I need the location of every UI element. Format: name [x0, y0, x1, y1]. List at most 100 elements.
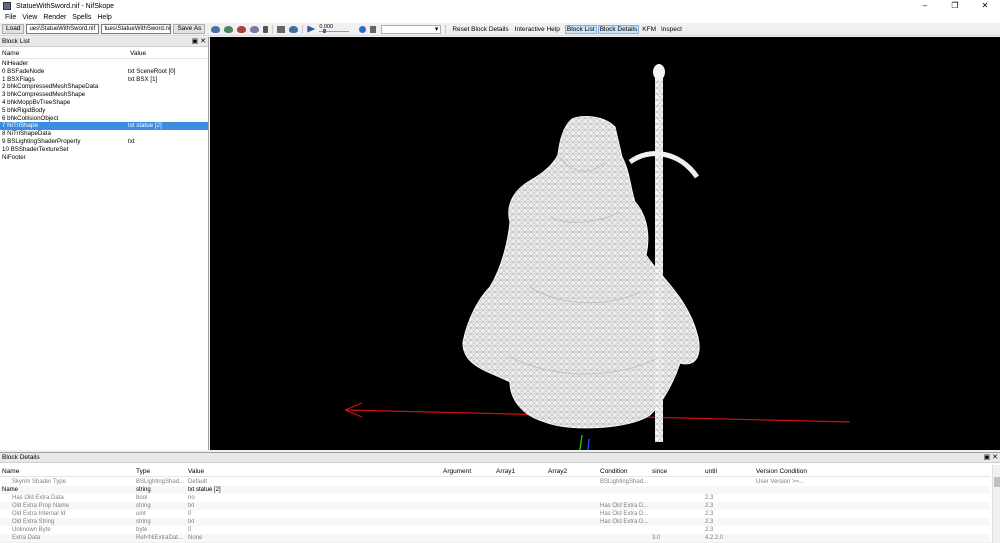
details-cell-value[interactable]: txt — [188, 518, 194, 526]
axes-icon[interactable] — [277, 25, 286, 33]
block-list-row[interactable]: 9 BSLightingShaderProperty txt — [0, 138, 208, 146]
details-column-header[interactable]: Name — [2, 467, 19, 477]
column-value[interactable]: Value — [130, 48, 146, 59]
details-cell-type: BSLightingShad... — [136, 479, 185, 485]
block-details-dock-controls[interactable]: ▣ ✕ — [984, 453, 998, 463]
details-column-header[interactable]: since — [652, 467, 667, 477]
loop-icon[interactable] — [359, 25, 367, 33]
details-row[interactable]: Extra Data Ref<NiExtraDat... None 3.0 4.2.2.… — [0, 534, 990, 542]
interactive-help-button[interactable]: Interactive Help — [515, 26, 560, 33]
details-cell-value[interactable]: 0 — [188, 510, 191, 518]
block-list-row[interactable]: 6 bhkCollisionObject — [0, 115, 208, 123]
block-name: 4 bhkMoppBvTreeShape — [2, 98, 71, 106]
details-cell-until: 2.3 — [705, 511, 714, 517]
view-user-icon[interactable] — [250, 25, 260, 33]
block-details-toggle[interactable]: Block Details — [597, 24, 640, 34]
block-list-panel: Block List ▣ ✕ Name Value NiHeader 0 BSFa… — [0, 37, 209, 450]
block-value: txt — [128, 137, 135, 145]
details-row[interactable]: Old Extra Internal Id uint 0 Has Old Extra … — [0, 510, 990, 518]
details-column-header[interactable]: Argument — [443, 467, 471, 477]
block-details-scrollbar[interactable] — [992, 465, 1000, 543]
details-cell-value[interactable]: Default — [188, 478, 207, 486]
toolbar-separator — [302, 24, 304, 34]
details-cell-cond: Has Old Extra D... — [600, 519, 649, 525]
menu-view[interactable]: View — [22, 14, 37, 21]
block-list-row[interactable]: NiFooter — [0, 154, 208, 162]
details-cell-until: 4.2.2.0 — [705, 535, 724, 541]
details-column-header[interactable]: Version Condition — [756, 467, 807, 477]
load-path-input[interactable]: ues\StatueWithSword.nif — [26, 24, 100, 34]
details-row[interactable]: Old Extra String string txt Has Old Extra D… — [0, 518, 990, 526]
block-list-row[interactable]: NiHeader — [0, 60, 208, 68]
block-list-row[interactable]: 4 bhkMoppBvTreeShape — [0, 99, 208, 107]
block-list-toggle[interactable]: Block List — [564, 24, 597, 34]
save-path-input[interactable]: tues\StatueWithSword.nif — [101, 24, 172, 34]
details-column-header[interactable]: Array1 — [496, 467, 515, 477]
scrollbar-thumb[interactable] — [994, 477, 1000, 487]
maximize-button[interactable]: ❐ — [940, 0, 970, 12]
details-row[interactable]: Unknown Byte byte 0 2.3 — [0, 526, 990, 534]
details-column-header[interactable]: Condition — [600, 467, 627, 477]
details-cell-value[interactable]: None — [188, 534, 202, 542]
menu-spells[interactable]: Spells — [72, 14, 91, 21]
block-details-header: Block Details ▣ ✕ — [0, 453, 1000, 463]
load-button[interactable]: Load — [2, 24, 25, 34]
block-details-title: Block Details — [2, 454, 40, 461]
details-column-header[interactable]: Array2 — [548, 467, 567, 477]
details-cell-value[interactable]: no — [188, 494, 195, 502]
block-name: 5 bhkRigidBody — [2, 106, 46, 114]
view-side-icon[interactable] — [237, 25, 247, 33]
close-button[interactable]: ✕ — [970, 0, 1000, 12]
details-cell-value[interactable]: 0 — [188, 526, 191, 534]
block-list-row[interactable]: 7 NiTriShape txt statue [2] — [0, 122, 208, 131]
view-top-icon[interactable] — [211, 25, 221, 33]
block-list-row[interactable]: 3 bhkCompressedMeshShape — [0, 91, 208, 99]
details-row[interactable]: Has Old Extra Data bool no 2.3 — [0, 494, 990, 502]
details-column-header[interactable]: Type — [136, 467, 150, 477]
play-icon[interactable] — [307, 25, 316, 33]
block-list-row[interactable]: 2 bhkCompressedMeshShapeData — [0, 83, 208, 91]
menu-render[interactable]: Render — [43, 14, 66, 21]
details-column-header[interactable]: Value — [188, 467, 204, 477]
menu-file[interactable]: File — [5, 14, 16, 21]
z-axis-line — [587, 438, 590, 450]
block-name: 6 bhkCollisionObject — [2, 114, 59, 122]
details-row[interactable]: Name string txt statue [2] — [0, 486, 990, 494]
details-cell-type: string — [136, 519, 151, 525]
inspect-toggle[interactable]: Inspect — [661, 26, 682, 33]
details-cell-type: Ref<NiExtraDat... — [136, 535, 183, 541]
block-name: NiFooter — [2, 153, 26, 161]
column-name[interactable]: Name — [2, 48, 19, 59]
block-list-row[interactable]: 1 BSXFlags txt BSX [1] — [0, 76, 208, 84]
walk-icon[interactable] — [263, 25, 269, 33]
switch-icon[interactable] — [370, 25, 377, 33]
block-list-dock-controls[interactable]: ▣ ✕ — [192, 37, 206, 47]
shading-icon[interactable] — [289, 25, 299, 33]
menu-help[interactable]: Help — [97, 14, 111, 21]
details-cell-cond: BSLightingShad... — [600, 479, 649, 485]
details-cell-name: Skyrim Shader Type — [12, 479, 66, 485]
details-cell-type: string — [136, 487, 151, 493]
render-viewport[interactable] — [210, 37, 1000, 450]
block-list-row[interactable]: 10 BSShaderTextureSet — [0, 146, 208, 154]
view-front-icon[interactable] — [224, 25, 234, 33]
details-cell-value[interactable]: txt statue [2] — [188, 486, 221, 494]
save-as-button[interactable]: Save As — [173, 24, 206, 34]
details-cell-value[interactable]: txt — [188, 502, 194, 510]
details-row[interactable]: Old Extra Prop Name string txt Has Old Extr… — [0, 502, 990, 510]
kfm-toggle[interactable]: KFM — [642, 26, 656, 33]
details-cell-name: Old Extra Internal Id — [12, 511, 66, 517]
block-list-row[interactable]: 0 BSFadeNode txt SceneRoot [0] — [0, 68, 208, 76]
window-title: StatueWithSword.nif - NifSkope — [16, 2, 115, 10]
block-list-row[interactable]: 8 NiTriShapeData — [0, 130, 208, 138]
details-cell-until: 2.3 — [705, 527, 714, 533]
minimize-button[interactable]: – — [910, 0, 940, 12]
details-row[interactable]: Skyrim Shader Type BSLightingShad... Defau… — [0, 478, 990, 486]
animation-select[interactable] — [381, 24, 442, 34]
details-column-header[interactable]: until — [705, 467, 717, 477]
details-cell-until: 2.3 — [705, 503, 714, 509]
time-slider[interactable]: 0.000 — [319, 24, 350, 33]
block-details-columns: Name Type Value Argument Array1 Array2 Conditi… — [0, 467, 990, 477]
block-list-row[interactable]: 5 bhkRigidBody — [0, 107, 208, 115]
reset-block-details-button[interactable]: Reset Block Details — [452, 26, 508, 33]
